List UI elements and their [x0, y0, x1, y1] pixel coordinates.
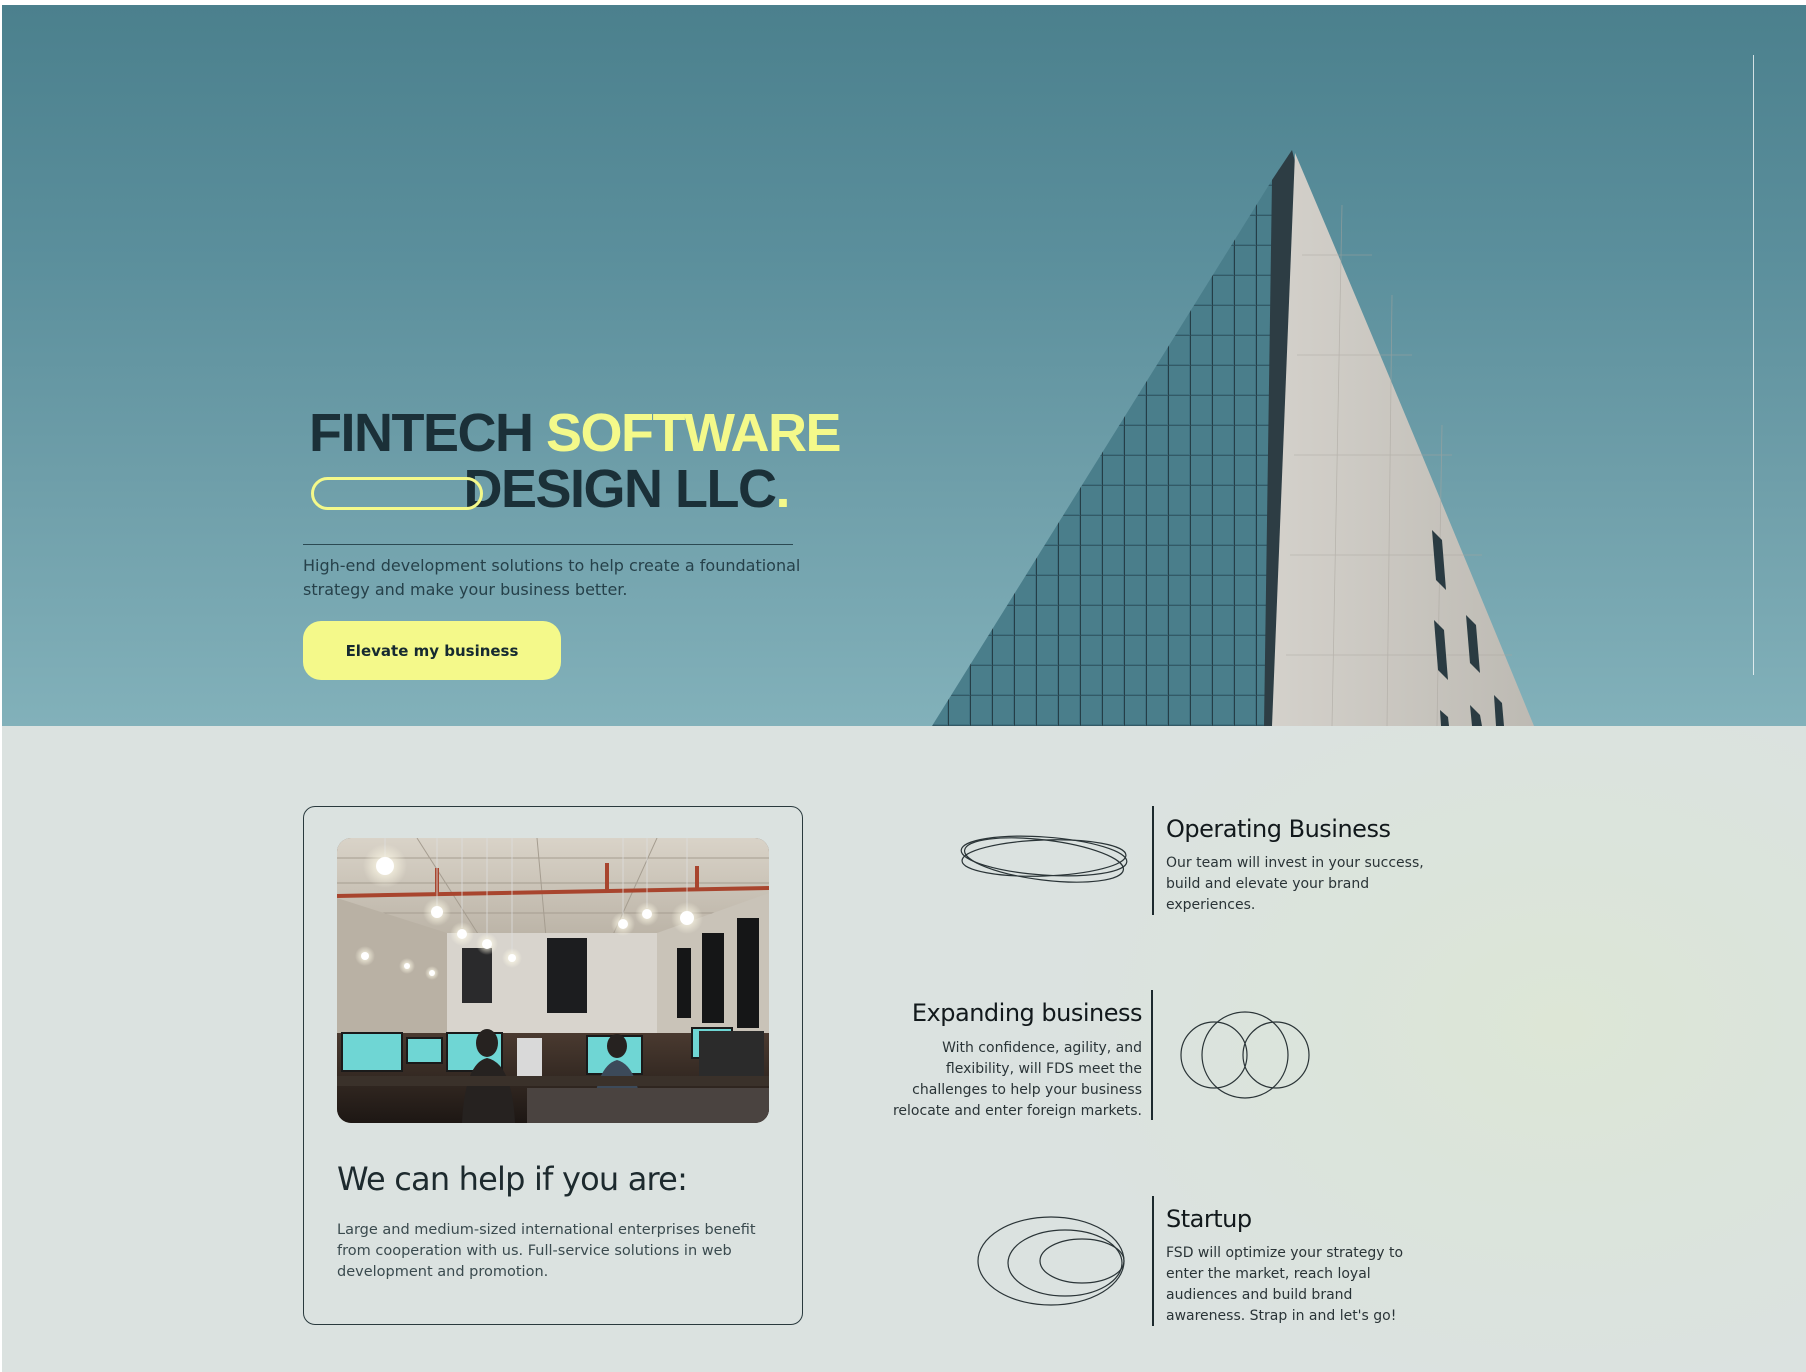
feature-title: Startup: [1166, 1205, 1252, 1233]
feature-divider: [1152, 806, 1154, 915]
building-image: [932, 150, 1534, 726]
help-text: Large and medium-sized international ent…: [337, 1222, 756, 1280]
title-dot: .: [775, 459, 790, 519]
hero-subtitle: High-end development solutions to help c…: [303, 556, 801, 599]
nested-ellipses-icon: [977, 1216, 1125, 1306]
page: FINTECH SOFTWARE DESIGN LLC. High-end de…: [0, 0, 1806, 1372]
title-part-2: DESIGN LLC: [463, 459, 777, 519]
overlapping-circles-icon: [1180, 1011, 1310, 1099]
feature-divider: [1152, 1196, 1154, 1326]
feature-text: With confidence, agility, and flexibilit…: [892, 1040, 1142, 1119]
feature-text: Our team will invest in your success, bu…: [1166, 855, 1424, 913]
hero-section: [2, 5, 1806, 726]
elevate-business-button[interactable]: Elevate my business: [303, 621, 561, 680]
feature-text: FSD will optimize your strategy to enter…: [1166, 1245, 1404, 1324]
hero-rule: [303, 544, 793, 545]
help-heading: We can help if you are:: [337, 1160, 688, 1198]
feature-title: Expanding business: [911, 999, 1143, 1027]
office-photo: [337, 838, 769, 1123]
title-accent: SOFTWARE: [546, 403, 842, 463]
title-part-1: FINTECH: [309, 403, 546, 463]
feature-divider: [1151, 990, 1153, 1120]
feature-title: Operating Business: [1166, 815, 1391, 843]
pill-decoration: [311, 477, 483, 510]
interlocking-ellipses-icon: [960, 835, 1128, 883]
hero-divider-line: [1753, 55, 1754, 675]
